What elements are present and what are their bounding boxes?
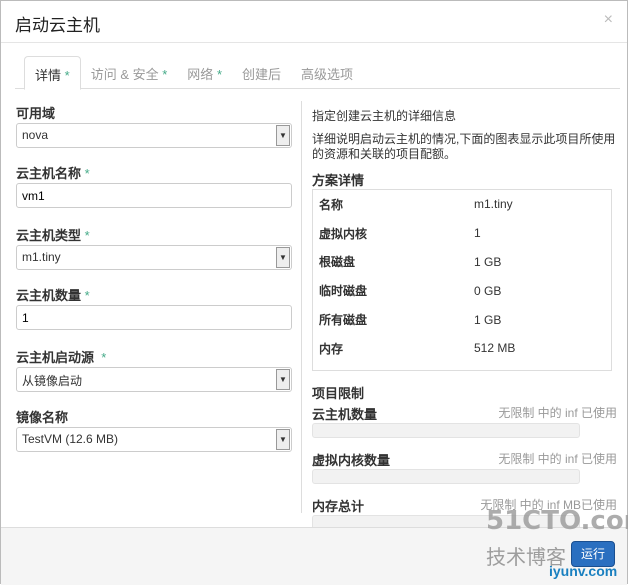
select-value: 从镜像启动 — [22, 374, 83, 388]
detail-value: 512 MB — [474, 341, 516, 356]
details-form: 可用域 nova ▼ 云主机名称 * 云主机类型 * m1.tiny ▼ 云主机数量… — [16, 101, 292, 467]
availability-zone-select[interactable]: nova ▼ — [16, 123, 292, 148]
required-star: * — [64, 68, 70, 83]
required-star: * — [216, 67, 222, 82]
limit-value: 无限制 中的 inf 已使用 — [498, 406, 617, 420]
tab-label: 网络 — [187, 67, 214, 82]
tab-label: 创建后 — [242, 67, 282, 82]
launch-instance-dialog: 启动云主机 × 详情 * 访问 & 安全 * 网络 * 创建后 高级选项 可用域… — [0, 0, 628, 585]
boot-source-select[interactable]: 从镜像启动 ▼ — [16, 367, 292, 392]
flavor-detail-row: 所有磁盘 1 GB — [313, 305, 611, 334]
chevron-down-icon: ▼ — [276, 429, 290, 450]
tab-label: 高级选项 — [301, 67, 354, 82]
detail-value: m1.tiny — [474, 197, 513, 212]
flavor-detail-row: 内存 512 MB — [313, 334, 611, 363]
info-description: 详细说明启动云主机的情况,下面的图表显示此项目所使用的资源和关联的项目配额。 — [312, 132, 616, 161]
tab-bar: 详情 * 访问 & 安全 * 网络 * 创建后 高级选项 — [15, 56, 620, 90]
close-icon[interactable]: × — [604, 11, 613, 29]
tab-post-creation[interactable]: 创建后 — [232, 56, 291, 89]
select-value: nova — [22, 128, 49, 142]
detail-key: 临时磁盘 — [319, 284, 368, 299]
detail-key: 所有磁盘 — [319, 313, 368, 328]
tab-label: 访问 & 安全 — [90, 67, 159, 82]
detail-value: 1 GB — [474, 312, 502, 327]
limit-label: 虚拟内核数量 — [312, 453, 391, 468]
select-value: TestVM (12.6 MB) — [22, 432, 119, 446]
image-label: 镜像名称 — [16, 410, 69, 425]
image-select[interactable]: TestVM (12.6 MB) ▼ — [16, 427, 292, 452]
tab-networking[interactable]: 网络 * — [177, 56, 232, 89]
watermark-logo: 51CTO.com — [486, 506, 628, 536]
limit-item: 虚拟内核数量 无限制 中的 inf 已使用 — [312, 450, 617, 484]
chevron-down-icon: ▼ — [276, 125, 290, 146]
instance-count-input[interactable] — [16, 305, 292, 330]
tab-label: 详情 — [35, 68, 62, 83]
dialog-title: 启动云主机 — [15, 16, 100, 35]
detail-value: 1 — [474, 226, 481, 241]
limit-label: 内存总计 — [312, 499, 365, 514]
limit-progress-bar — [312, 469, 580, 484]
flavor-label: 云主机类型 * — [16, 228, 90, 243]
limit-value: 无限制 中的 inf 已使用 — [498, 452, 617, 466]
column-divider — [301, 101, 302, 513]
limit-label: 云主机数量 — [312, 407, 378, 422]
chevron-down-icon: ▼ — [276, 369, 290, 390]
tab-advanced-options[interactable]: 高级选项 — [291, 56, 363, 89]
info-title: 指定创建云主机的详细信息 — [312, 109, 457, 123]
tab-access-security[interactable]: 访问 & 安全 * — [81, 56, 178, 89]
flavor-detail-row: 根磁盘 1 GB — [313, 248, 611, 277]
flavor-details-title: 方案详情 — [312, 173, 365, 188]
zone-label: 可用域 — [16, 106, 56, 121]
flavor-detail-row: 临时磁盘 0 GB — [313, 276, 611, 305]
required-star: * — [162, 67, 168, 82]
watermark-url: iyunv.com — [549, 563, 618, 579]
detail-key: 根磁盘 — [319, 255, 356, 270]
flavor-select[interactable]: m1.tiny ▼ — [16, 245, 292, 270]
name-label: 云主机名称 * — [16, 166, 90, 181]
limit-item: 云主机数量 无限制 中的 inf 已使用 — [312, 404, 617, 438]
project-limits-title: 项目限制 — [312, 386, 365, 401]
detail-key: 虚拟内核 — [319, 226, 368, 241]
detail-value: 1 GB — [474, 254, 502, 269]
select-value: m1.tiny — [22, 250, 61, 264]
flavor-details-table: 名称 m1.tiny 虚拟内核 1 根磁盘 1 GB 临时磁盘 0 GB 所有磁盘 1 GB 内存 5… — [312, 189, 612, 371]
flavor-detail-row: 名称 m1.tiny — [313, 190, 611, 219]
instance-name-input[interactable] — [16, 183, 292, 208]
flavor-detail-row: 虚拟内核 1 — [313, 219, 611, 248]
detail-key: 内存 — [319, 341, 344, 356]
boot-source-label: 云主机启动源 * — [16, 350, 107, 365]
detail-value: 0 GB — [474, 283, 502, 298]
count-label: 云主机数量 * — [16, 288, 90, 303]
tab-details[interactable]: 详情 * — [24, 56, 81, 90]
info-panel: 指定创建云主机的详细信息 详细说明启动云主机的情况,下面的图表显示此项目所使用的… — [312, 109, 617, 542]
limit-progress-bar — [312, 423, 580, 438]
dialog-header: 启动云主机 × — [1, 1, 627, 43]
detail-key: 名称 — [319, 197, 344, 212]
chevron-down-icon: ▼ — [276, 247, 290, 268]
